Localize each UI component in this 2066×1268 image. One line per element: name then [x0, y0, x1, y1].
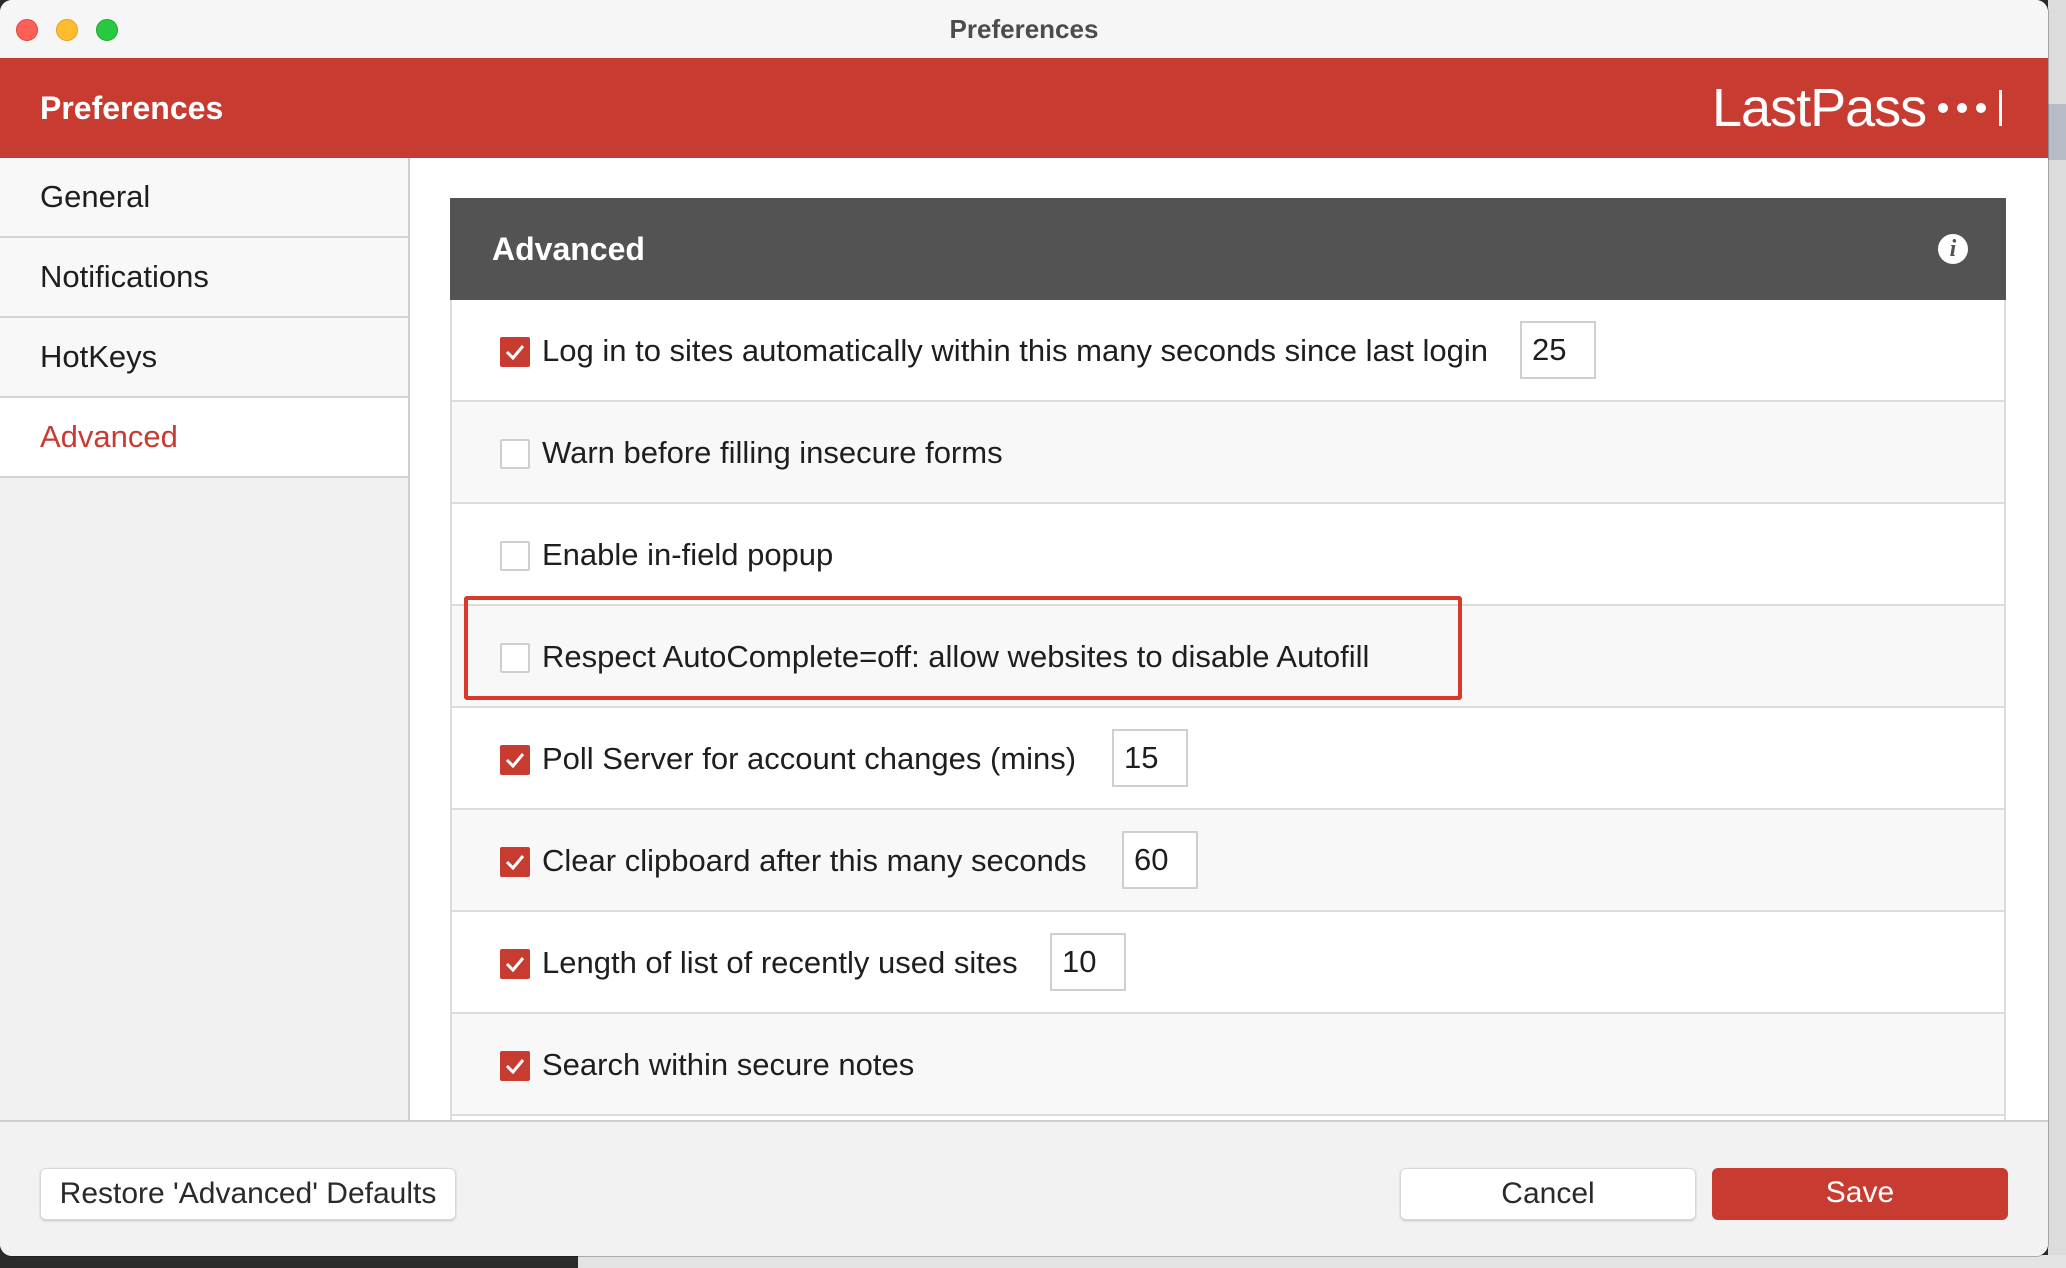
setting-row-clear-clipboard: Clear clipboard after this many seconds … [452, 810, 2004, 912]
header-title: Preferences [40, 90, 224, 126]
preferences-window: Preferences Preferences LastPass General… [0, 0, 2048, 1256]
setting-label: Clear clipboard after this many seconds [542, 843, 1087, 878]
background-right-strip [2048, 0, 2066, 1268]
checkmark-icon [505, 855, 525, 871]
logo-text: LastPass [1712, 78, 1927, 138]
clear-clipboard-seconds-input[interactable]: 60 [1122, 831, 1198, 889]
sidebar-item-notifications[interactable]: Notifications [0, 238, 408, 318]
sidebar-item-hotkeys[interactable]: HotKeys [0, 318, 408, 398]
sidebar-item-advanced[interactable]: Advanced [0, 398, 408, 478]
logo-dots-icon [1938, 90, 2003, 126]
panel-title: Advanced [492, 231, 645, 267]
sidebar-item-general[interactable]: General [0, 158, 408, 238]
settings-list: Log in to sites automatically within thi… [450, 300, 2006, 1120]
setting-row-respect-autocomplete: Respect AutoComplete=off: allow websites… [452, 606, 2004, 708]
background-right-band [2048, 104, 2066, 160]
setting-row-poll-server: Poll Server for account changes (mins) 1… [452, 708, 2004, 810]
setting-label: Poll Server for account changes (mins) [542, 741, 1077, 776]
checkmark-icon [505, 345, 525, 361]
save-button[interactable]: Save [1712, 1168, 2008, 1220]
poll-server-minutes-input[interactable]: 15 [1112, 729, 1188, 787]
setting-row-recent-sites: Length of list of recently used sites 10 [452, 912, 2004, 1014]
checkmark-icon [505, 1059, 525, 1075]
infield-popup-checkbox[interactable] [500, 541, 530, 571]
auto-login-checkbox[interactable] [500, 337, 530, 367]
setting-label: Enable in-field popup [542, 537, 834, 572]
setting-label: Respect AutoComplete=off: allow websites… [542, 639, 1370, 674]
window-title: Preferences [949, 14, 1099, 44]
setting-label: Length of list of recently used sites [542, 945, 1018, 980]
setting-row-auto-login: Log in to sites automatically within thi… [452, 300, 2004, 402]
respect-autocomplete-checkbox[interactable] [500, 643, 530, 673]
clear-clipboard-checkbox[interactable] [500, 847, 530, 877]
setting-row-infield-popup: Enable in-field popup [452, 504, 2004, 606]
recent-sites-length-input[interactable]: 10 [1050, 933, 1126, 991]
setting-row-search-notes: Search within secure notes [452, 1014, 2004, 1116]
info-icon[interactable]: i [1938, 234, 1968, 264]
recent-sites-checkbox[interactable] [500, 949, 530, 979]
app-header: Preferences LastPass [0, 58, 2048, 158]
restore-defaults-button[interactable]: Restore 'Advanced' Defaults [40, 1168, 456, 1220]
checkmark-icon [505, 753, 525, 769]
setting-label: Warn before filling insecure forms [542, 435, 1003, 470]
title-bar: Preferences [0, 0, 2048, 58]
cancel-button[interactable]: Cancel [1400, 1168, 1696, 1220]
setting-label: Search within secure notes [542, 1047, 915, 1082]
footer-bar: Restore 'Advanced' Defaults Cancel Save [0, 1120, 2048, 1256]
advanced-panel-header: Advanced i [450, 198, 2006, 300]
search-secure-notes-checkbox[interactable] [500, 1051, 530, 1081]
poll-server-checkbox[interactable] [500, 745, 530, 775]
setting-row-warn-insecure: Warn before filling insecure forms [452, 402, 2004, 504]
setting-label: Log in to sites automatically within thi… [542, 333, 1488, 368]
sidebar: General Notifications HotKeys Advanced [0, 158, 410, 1120]
checkmark-icon [505, 957, 525, 973]
warn-insecure-forms-checkbox[interactable] [500, 439, 530, 469]
background-bottom-strip [578, 1255, 2066, 1268]
lastpass-logo: LastPass [1712, 76, 2003, 140]
auto-login-seconds-input[interactable]: 25 [1520, 321, 1596, 379]
